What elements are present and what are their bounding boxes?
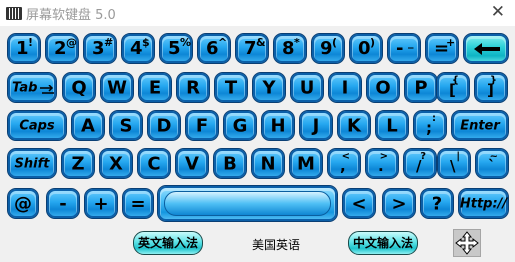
key-at[interactable]: @ — [7, 188, 39, 219]
key-6[interactable]: 6 ^ — [197, 33, 231, 64]
key-greater-than[interactable]: > — [382, 188, 416, 219]
key-z[interactable]: Z — [61, 148, 95, 179]
tab-key[interactable]: Tab — [7, 72, 57, 103]
space-bar-highlight — [164, 191, 331, 216]
key-3[interactable]: 3 # — [83, 33, 117, 64]
key-plus[interactable]: + — [84, 188, 118, 219]
window-title: 屏幕软键盘 5.0 — [26, 8, 116, 23]
keyboard-layout-label: 美国英语 — [252, 238, 301, 252]
key-l[interactable]: L — [375, 110, 409, 141]
key-right-bracket[interactable]: ]} — [474, 72, 508, 103]
key-p[interactable]: P — [404, 72, 438, 103]
title-bar: 屏幕软键盘 5.0 ✕ — [0, 0, 515, 26]
shift-key[interactable]: Shift — [7, 148, 57, 179]
key-k[interactable]: K — [337, 110, 371, 141]
key-w[interactable]: W — [100, 72, 134, 103]
key-minus-sign[interactable]: - — [46, 188, 80, 219]
key-7[interactable]: 7 & — [235, 33, 269, 64]
key-period[interactable]: . > — [365, 148, 399, 179]
key-j[interactable]: J — [299, 110, 333, 141]
key-d[interactable]: D — [147, 110, 181, 141]
enter-key[interactable]: Enter — [451, 110, 509, 141]
key-8[interactable]: 8 * — [273, 33, 307, 64]
key-9[interactable]: 9( — [311, 33, 345, 64]
key-0[interactable]: 0) — [349, 33, 383, 64]
close-button[interactable]: ✕ — [491, 2, 505, 22]
key-backslash[interactable]: \ | — [437, 148, 471, 179]
key-s[interactable]: S — [109, 110, 143, 141]
key-f[interactable]: F — [185, 110, 219, 141]
key-b[interactable]: B — [213, 148, 247, 179]
key-less-than[interactable]: < — [342, 188, 376, 219]
key-left-bracket[interactable]: [{ — [436, 72, 470, 103]
key-y[interactable]: Y — [252, 72, 286, 103]
key-1[interactable]: 1! — [7, 33, 41, 64]
key-h[interactable]: H — [261, 110, 295, 141]
key-q[interactable]: Q — [62, 72, 96, 103]
http-key[interactable]: Http:// — [458, 188, 509, 219]
keyboard-area: 1! 2 @ 3 # 4 $ 5% 6 ^ 7 & 8 * 9( 0) - _ = + Tab … — [0, 26, 515, 226]
keyboard-app-icon — [6, 7, 22, 20]
key-t[interactable]: T — [214, 72, 248, 103]
key-u[interactable]: U — [290, 72, 324, 103]
english-ime-button[interactable]: 英文输入法 — [133, 231, 203, 255]
key-4[interactable]: 4 $ — [121, 33, 155, 64]
key-slash[interactable]: /? — [403, 148, 437, 179]
key-backtick[interactable]: ` ~ — [475, 148, 509, 179]
backspace-arrow-icon — [474, 43, 500, 55]
key-x[interactable]: X — [99, 148, 133, 179]
space-bar[interactable] — [157, 185, 338, 222]
key-r[interactable]: R — [176, 72, 210, 103]
key-n[interactable]: N — [251, 148, 285, 179]
key-c[interactable]: C — [137, 148, 171, 179]
tab-arrows-icon — [40, 85, 54, 94]
key-i[interactable]: I — [328, 72, 362, 103]
caps-lock-key[interactable]: Caps — [7, 110, 67, 141]
chinese-ime-button[interactable]: 中文输入法 — [348, 231, 418, 255]
status-bar: 英文输入法 美国英语 中文输入法 — [0, 226, 515, 262]
move-handle[interactable] — [453, 229, 481, 257]
key-m[interactable]: M — [289, 148, 323, 179]
key-comma[interactable]: , < — [327, 148, 361, 179]
key-equals[interactable]: = + — [425, 33, 459, 64]
key-2[interactable]: 2 @ — [45, 33, 79, 64]
key-minus[interactable]: - _ — [387, 33, 421, 64]
key-equal-sign[interactable]: = — [122, 188, 154, 219]
key-e[interactable]: E — [138, 72, 172, 103]
key-a[interactable]: A — [71, 110, 105, 141]
key-v[interactable]: V — [175, 148, 209, 179]
key-semicolon[interactable]: ;: — [413, 110, 447, 141]
key-question[interactable]: ? — [420, 188, 454, 219]
key-g[interactable]: G — [223, 110, 257, 141]
move-arrows-icon — [455, 231, 479, 255]
key-o[interactable]: O — [366, 72, 400, 103]
key-5[interactable]: 5% — [159, 33, 193, 64]
backspace-key[interactable] — [463, 33, 509, 64]
